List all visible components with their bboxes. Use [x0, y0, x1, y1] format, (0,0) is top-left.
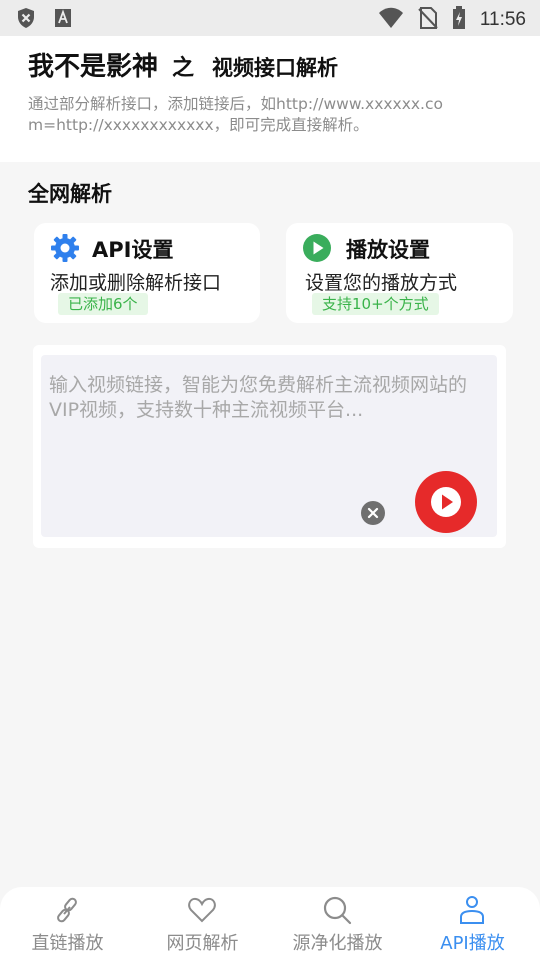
battery-charging-icon [452, 6, 466, 34]
close-circle-icon[interactable] [361, 501, 385, 525]
link-input-card: 输入视频链接，智能为您免费解析主流视频网站的VIP视频，支持数十种主流视频平台.… [33, 345, 506, 548]
status-time: 11:56 [479, 9, 526, 30]
link-icon [52, 895, 82, 925]
app-title: 我不是影神 [28, 52, 159, 82]
title-row: 我不是影神 之 视频接口解析 [28, 46, 338, 83]
page-header: 我不是影神 之 视频接口解析 通过部分解析接口，添加链接后，如http://ww… [0, 36, 540, 162]
play-settings-description: 设置您的播放方式 [305, 272, 458, 294]
header-description: 通过部分解析接口，添加链接后，如http://www.xxxxxx.com=ht… [28, 95, 443, 134]
api-count-badge: 已添加6个 [58, 293, 148, 315]
no-sim-icon [418, 7, 438, 33]
gear-icon [50, 233, 80, 263]
heart-icon [187, 895, 217, 925]
nav-label-web-parse: 网页解析 [166, 933, 239, 954]
font-a-icon [54, 8, 72, 32]
nav-item-api-play[interactable]: API播放 [405, 887, 540, 960]
nav-label-direct-play: 直链播放 [31, 933, 104, 954]
video-link-input[interactable]: 输入视频链接，智能为您免费解析主流视频网站的VIP视频，支持数十种主流视频平台.… [41, 355, 497, 537]
api-settings-title: API设置 [92, 238, 174, 262]
api-settings-card[interactable]: API设置 添加或删除解析接口 已添加6个 [34, 223, 260, 323]
search-icon [322, 895, 352, 925]
app-subtitle: 视频接口解析 [212, 56, 339, 80]
video-link-placeholder: 输入视频链接，智能为您免费解析主流视频网站的VIP视频，支持数十种主流视频平台.… [49, 374, 468, 421]
nav-label-api-play: API播放 [440, 933, 505, 954]
nav-item-source-clean[interactable]: 源净化播放 [270, 887, 405, 960]
nav-label-source-clean: 源净化播放 [292, 933, 383, 954]
play-settings-card[interactable]: 播放设置 设置您的播放方式 支持10+个方式 [286, 223, 513, 323]
app-title-connector: 之 [172, 56, 195, 81]
section-title: 全网解析 [28, 182, 112, 206]
parse-play-button[interactable] [415, 471, 477, 533]
api-settings-description: 添加或删除解析接口 [50, 272, 222, 294]
play-circle-icon [302, 233, 332, 263]
shield-x-icon [16, 7, 36, 33]
user-icon [457, 895, 487, 925]
bottom-nav: 直链播放 网页解析 源净化播放 API播放 [0, 887, 540, 960]
play-settings-title: 播放设置 [346, 238, 430, 262]
status-bar: 11:56 [0, 0, 540, 36]
play-methods-badge: 支持10+个方式 [312, 293, 439, 315]
nav-item-web-parse[interactable]: 网页解析 [135, 887, 270, 960]
wifi-icon [378, 7, 404, 33]
nav-item-direct-play[interactable]: 直链播放 [0, 887, 135, 960]
play-icon [415, 487, 477, 537]
